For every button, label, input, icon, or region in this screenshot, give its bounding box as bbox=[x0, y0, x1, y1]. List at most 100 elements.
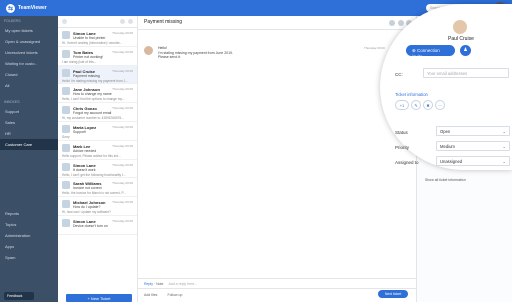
tag-icon[interactable] bbox=[389, 20, 395, 26]
tab-note[interactable]: Note bbox=[156, 282, 163, 286]
cc-label: CC: bbox=[395, 72, 403, 77]
logo-text: TeamViewer bbox=[18, 5, 47, 11]
ticket-list-item[interactable]: Tom Bates Thursday 00:00 Printer not worki… bbox=[58, 47, 137, 66]
ticket-preview: Sorry bbox=[62, 134, 70, 139]
cc-input[interactable]: Your email addresses bbox=[423, 68, 509, 78]
ticket-subject: Printer not working! bbox=[73, 54, 104, 59]
ticket-list-item[interactable]: Mark Lee Thursday 00:00 Advice needed Hello… bbox=[58, 141, 137, 160]
sidebar-item-support[interactable]: Support bbox=[0, 106, 58, 117]
app-logo[interactable]: ⇆ TeamViewer bbox=[6, 3, 47, 13]
next-ticket-button[interactable]: Next ticket bbox=[378, 290, 408, 298]
ticket-list-item[interactable]: Michael Johnson Thursday 00:00 How do I up… bbox=[58, 197, 137, 216]
ticket-list-items: Simon Lane Thursday 00:00 Unable to find p… bbox=[58, 28, 137, 235]
sidebar-item-apps[interactable]: Apps bbox=[0, 241, 58, 252]
reply-input[interactable]: Add a reply here... bbox=[168, 282, 197, 286]
connection-invite-button[interactable]: ⊕ Connection invite bbox=[406, 45, 455, 59]
ticket-title: Payment missing bbox=[138, 16, 416, 30]
sidebar-item-topics[interactable]: Topics bbox=[0, 219, 58, 230]
ticket-list-item[interactable]: Jane Johnson Thursday 00:00 How to change … bbox=[58, 84, 137, 104]
ticket-list-item[interactable]: Paul Cruise Thursday 00:00 Payment missing… bbox=[58, 65, 137, 85]
show-all-link[interactable]: Show all ticket information bbox=[425, 178, 466, 182]
ticket-preview: Hello, the invoice for March is not corr… bbox=[62, 191, 126, 196]
customer-name: Paul Cruise bbox=[448, 36, 474, 42]
status-select[interactable]: Open ⌄ bbox=[436, 126, 510, 136]
edit-icon[interactable]: ✎ bbox=[411, 100, 421, 110]
sidebar-item-sales[interactable]: Sales bbox=[0, 117, 58, 128]
assigned-value: Unassigned bbox=[440, 159, 463, 164]
ticket-subject: Support! bbox=[73, 129, 87, 134]
ticket-time: Thursday 00:00 bbox=[112, 181, 133, 186]
message-time: Thursday 00:00 bbox=[364, 46, 385, 50]
close-icon[interactable]: ✖ bbox=[423, 100, 433, 110]
ticket-info-actions: +1 ✎ ✖ ⋯ bbox=[395, 100, 445, 110]
ticket-list-item[interactable]: Simon Lane Thursday 00:00 Device doesn't t… bbox=[58, 216, 137, 235]
sidebar-item-hr[interactable]: HR bbox=[0, 128, 58, 139]
priority-select[interactable]: Medium ⌄ bbox=[436, 141, 510, 151]
ticket-time: Thursday 00:00 bbox=[112, 49, 133, 54]
sidebar-item-reports[interactable]: Reports bbox=[0, 208, 58, 219]
ticket-time: Thursday 00:00 bbox=[112, 162, 133, 167]
sidebar-item-waiting[interactable]: Waiting for custo.. bbox=[0, 58, 58, 69]
sidebar-item-my-open[interactable]: My open tickets bbox=[0, 25, 58, 36]
ticket-preview: Hi, how can I update my software? bbox=[62, 210, 111, 215]
feedback-button[interactable]: Feedback bbox=[4, 292, 34, 300]
ticket-list-item[interactable]: Simon Lane Thursday 00:00 It doesn't work H… bbox=[58, 160, 137, 179]
tab-reply[interactable]: Reply bbox=[144, 282, 153, 286]
list-header bbox=[58, 16, 137, 28]
connection-invite-label: Connection invite bbox=[412, 48, 440, 59]
ticket-list-item[interactable]: Maria Lopez Thursday 00:00 Support! Sorry bbox=[58, 122, 137, 141]
ticket-list-item[interactable]: Simon Lane Thursday 00:00 Unable to find p… bbox=[58, 28, 137, 47]
new-ticket-button[interactable]: + New Ticket bbox=[66, 294, 132, 302]
chevron-down-icon: ⌄ bbox=[502, 159, 506, 164]
assigned-select[interactable]: Unassigned ⌄ bbox=[436, 156, 510, 166]
ticket-info-heading: Ticket information bbox=[395, 92, 428, 97]
ticket-time: Thursday 00:00 bbox=[112, 143, 133, 148]
ticket-subject: Payment missing bbox=[73, 73, 100, 78]
merge-icon[interactable] bbox=[397, 20, 404, 26]
user-icon[interactable]: ♟ bbox=[460, 45, 471, 56]
logo-icon: ⇆ bbox=[6, 3, 15, 13]
status-label: Status bbox=[395, 130, 408, 135]
contact-avatar bbox=[62, 106, 70, 115]
sidebar-item-administration[interactable]: Administration bbox=[0, 230, 58, 241]
more-icon[interactable]: ⋯ bbox=[435, 100, 445, 110]
ticket-preview: Hello support, Please advise for this in… bbox=[62, 153, 121, 158]
filter-icon[interactable] bbox=[62, 19, 67, 24]
contact-avatar bbox=[62, 49, 70, 58]
sidebar-item-unresolved[interactable]: Unresolved tickets bbox=[0, 47, 58, 58]
priority-label: Priority bbox=[395, 145, 410, 150]
contact-avatar bbox=[62, 162, 70, 171]
message-greeting: Hello! bbox=[158, 46, 167, 50]
sidebar-item-all[interactable]: All bbox=[0, 80, 58, 91]
sidebar-item-open-unassigned[interactable]: Open & unassigned bbox=[0, 36, 58, 47]
ticket-list-item[interactable]: Sarah Williams Thursday 00:00 Invoice not … bbox=[58, 178, 137, 198]
chevron-down-icon: ⌄ bbox=[502, 144, 506, 149]
status-value: Open bbox=[440, 129, 451, 134]
contact-avatar bbox=[62, 124, 70, 133]
ticket-list: Simon Lane Thursday 00:00 Unable to find p… bbox=[58, 16, 138, 302]
contact-avatar bbox=[62, 143, 70, 152]
folders-heading: FOLDERS bbox=[4, 19, 21, 23]
ticket-subject: Invoice not correct bbox=[73, 186, 102, 191]
contact-avatar bbox=[62, 181, 70, 190]
ticket-preview: Hello, I can't get the following functio… bbox=[62, 172, 126, 177]
reply-tabs: Reply · Note Add a reply here... bbox=[138, 278, 416, 288]
add-files-button[interactable]: Add files bbox=[144, 293, 157, 298]
priority-value: Medium bbox=[440, 144, 455, 149]
sidebar-item-spam[interactable]: Spam bbox=[0, 252, 58, 263]
sidebar-item-customer-care[interactable]: Customer Care bbox=[0, 139, 58, 150]
follow-up-button[interactable]: Follow up bbox=[167, 293, 182, 298]
sidebar: FOLDERS My open tickets Open & unassigne… bbox=[0, 16, 58, 302]
ticket-time: Thursday 00:00 bbox=[112, 68, 133, 73]
ticket-list-item[interactable]: Chris Gonzo Thursday 00:00 Forgot my accou… bbox=[58, 103, 137, 122]
reply-footer: Add files Follow up bbox=[138, 288, 416, 302]
customer-avatar bbox=[453, 20, 467, 34]
sort-icon[interactable] bbox=[120, 19, 125, 24]
settings-icon[interactable] bbox=[128, 19, 133, 24]
sidebar-item-closed[interactable]: Closed bbox=[0, 69, 58, 80]
add-icon[interactable]: +1 bbox=[395, 100, 409, 110]
contact-avatar bbox=[62, 87, 70, 96]
ticket-subject: Unable to find printer bbox=[73, 36, 106, 40]
contact-avatar bbox=[62, 218, 70, 227]
ticket-subject: Advice needed bbox=[73, 148, 97, 153]
